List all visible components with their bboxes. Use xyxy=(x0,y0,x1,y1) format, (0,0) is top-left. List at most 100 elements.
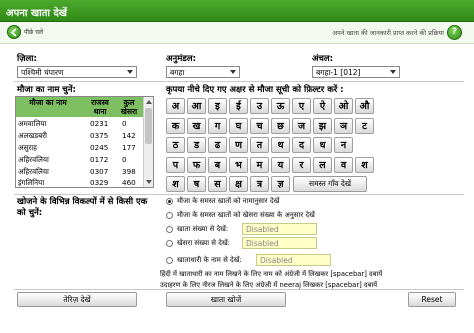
khesra-count: 177 xyxy=(122,143,136,152)
letter-key[interactable]: आ xyxy=(187,98,206,114)
scroll-thumb[interactable] xyxy=(145,108,152,144)
option-by-khesra-number: खेसरा संख्या से देखें: xyxy=(177,239,231,247)
reset-button[interactable]: Reset xyxy=(408,292,456,307)
khesra-count: 0 xyxy=(122,155,127,164)
letter-key[interactable]: उ xyxy=(250,98,269,114)
letter-key[interactable]: द xyxy=(292,137,311,153)
letter-key[interactable]: न xyxy=(334,137,353,153)
letter-key[interactable]: ख xyxy=(187,117,206,134)
view-register-button[interactable]: तेरिज़ देखें xyxy=(17,292,137,307)
option-by-khata-number: खाता संख्या से देखें: xyxy=(177,225,229,233)
letter-key[interactable]: ठ xyxy=(166,137,185,153)
letter-key[interactable]: ज्ञ xyxy=(271,176,290,192)
search-account-button[interactable]: खाता खोजें xyxy=(166,292,286,307)
letter-key[interactable]: प xyxy=(166,156,185,173)
help-link[interactable]: अपने खाता की जानकारी प्राप्त करने की प्र… xyxy=(332,28,444,37)
letter-key[interactable]: ण xyxy=(229,137,248,153)
letter-key[interactable]: ञ xyxy=(334,117,353,134)
option-all-by-khesra: मौजा के समस्त खातों को खेसरा संख्या के अ… xyxy=(177,211,315,219)
letter-key[interactable]: इ xyxy=(208,98,227,114)
letter-key[interactable]: श xyxy=(166,176,185,192)
owner-name-input[interactable]: Disabled xyxy=(256,254,331,266)
mouza-list[interactable]: मौजा का नाम राजस्व थाना कुल खेसरा अमवालि… xyxy=(15,96,154,188)
letter-key[interactable]: भ xyxy=(229,156,248,173)
search-options-label: खोजने के विभिन्न विकल्पों में से किसी एक… xyxy=(17,197,148,218)
khesra-count: 142 xyxy=(122,131,136,140)
mouza-name: अहिरवलिया xyxy=(18,167,49,176)
circle-value: बगहा-1 [012] xyxy=(316,68,361,77)
letter-key[interactable]: र xyxy=(292,156,311,173)
scroll-up-icon[interactable] xyxy=(146,100,152,104)
mouza-table-header: मौजा का नाम राजस्व थाना कुल खेसरा xyxy=(16,97,144,117)
table-row[interactable]: अमवालिया 0231 0 xyxy=(16,118,144,130)
thana-no: 0231 xyxy=(90,119,109,128)
khata-number-input[interactable]: Disabled xyxy=(242,223,317,235)
letter-key[interactable]: ड xyxy=(187,137,206,153)
chevron-down-icon xyxy=(127,70,133,74)
letter-key[interactable]: छ xyxy=(271,117,290,134)
table-row[interactable]: अहिरवलिया 0172 0 xyxy=(16,154,144,166)
letter-key[interactable]: ए xyxy=(292,98,311,114)
table-row[interactable]: इंगलिनिया 0329 460 xyxy=(16,177,144,187)
khesra-number-input[interactable]: Disabled xyxy=(242,237,317,249)
letter-key[interactable]: फ xyxy=(187,156,206,173)
back-label[interactable]: पीछे चलें xyxy=(24,28,43,36)
letter-key[interactable]: श xyxy=(355,156,374,173)
letter-key[interactable]: थ xyxy=(271,137,290,153)
thana-no: 0375 xyxy=(90,131,109,140)
letter-key[interactable]: स xyxy=(208,176,227,192)
table-row[interactable]: अलखडबरी 0375 142 xyxy=(16,130,144,142)
khesra-count: 460 xyxy=(122,178,136,187)
letter-key[interactable]: ढ xyxy=(208,137,227,153)
letter-key[interactable]: त xyxy=(250,137,269,153)
transliteration-note: हिंदी में खाताधारी का नाम लिखने के लिए न… xyxy=(160,270,383,278)
district-select[interactable]: पश्चिमी चंपारण xyxy=(17,66,137,78)
letter-key[interactable]: ट xyxy=(355,117,374,134)
keyboard-instruction: कृपया नीचे दिए गए अक्षर से मौजा सूची को … xyxy=(166,85,344,95)
radio-all-by-khesra[interactable] xyxy=(166,212,173,219)
mouza-name: अहिरवलिया xyxy=(18,155,49,164)
chevron-down-icon xyxy=(390,70,396,74)
letter-key[interactable]: ई xyxy=(229,98,248,114)
chevron-down-icon xyxy=(230,70,236,74)
khesra-count: 398 xyxy=(122,167,136,176)
radio-by-owner-name[interactable] xyxy=(166,257,173,264)
letter-key[interactable]: ध xyxy=(313,137,332,153)
letter-key[interactable]: क xyxy=(166,117,185,134)
letter-key[interactable]: अ xyxy=(166,98,185,114)
col-total-khesra: कुल खेसरा xyxy=(120,98,138,116)
circle-select[interactable]: बगहा-1 [012] xyxy=(312,66,400,78)
letter-key[interactable]: ऐ xyxy=(313,98,332,114)
mouza-name: असुराह xyxy=(18,143,37,152)
radio-by-khata-number[interactable] xyxy=(166,226,173,233)
table-row[interactable]: असुराह 0245 177 xyxy=(16,142,144,154)
letter-key[interactable]: त्र xyxy=(250,176,269,192)
letter-key[interactable]: ऊ xyxy=(271,98,290,114)
letter-key[interactable]: औ xyxy=(355,98,374,114)
col-mouza-name: मौजा का नाम xyxy=(29,98,67,107)
back-arrow-icon[interactable] xyxy=(7,25,21,39)
radio-by-khesra-number[interactable] xyxy=(166,240,173,247)
letter-key[interactable]: ल xyxy=(313,156,332,173)
letter-key[interactable]: झ xyxy=(313,117,332,134)
scroll-down-icon[interactable] xyxy=(146,180,152,184)
letter-key[interactable]: ष xyxy=(187,176,206,192)
letter-key[interactable]: य xyxy=(271,156,290,173)
list-scrollbar[interactable] xyxy=(143,97,153,187)
circle-label: अंचल: xyxy=(312,54,334,64)
letter-key[interactable]: ज xyxy=(292,117,311,134)
letter-key[interactable]: च xyxy=(250,117,269,134)
sub-header: पीछे चलें अपने खाता की जानकारी प्राप्त क… xyxy=(0,22,474,44)
letter-key[interactable]: म xyxy=(250,156,269,173)
letter-key[interactable]: ग xyxy=(208,117,227,134)
help-icon[interactable]: ? xyxy=(447,25,462,40)
letter-key[interactable]: क्ष xyxy=(229,176,248,192)
all-villages-button[interactable]: समस्त गाँव देखें xyxy=(293,176,367,192)
option-all-by-name: मौजा के समस्त खातों को नामानुसार देखें xyxy=(177,197,280,205)
letter-key[interactable]: ओ xyxy=(334,98,353,114)
letter-key[interactable]: व xyxy=(334,156,353,173)
subdivision-select[interactable]: बगहा xyxy=(166,66,240,78)
letter-key[interactable]: ब xyxy=(208,156,227,173)
letter-key[interactable]: घ xyxy=(229,117,248,134)
radio-all-by-name[interactable] xyxy=(166,198,173,205)
